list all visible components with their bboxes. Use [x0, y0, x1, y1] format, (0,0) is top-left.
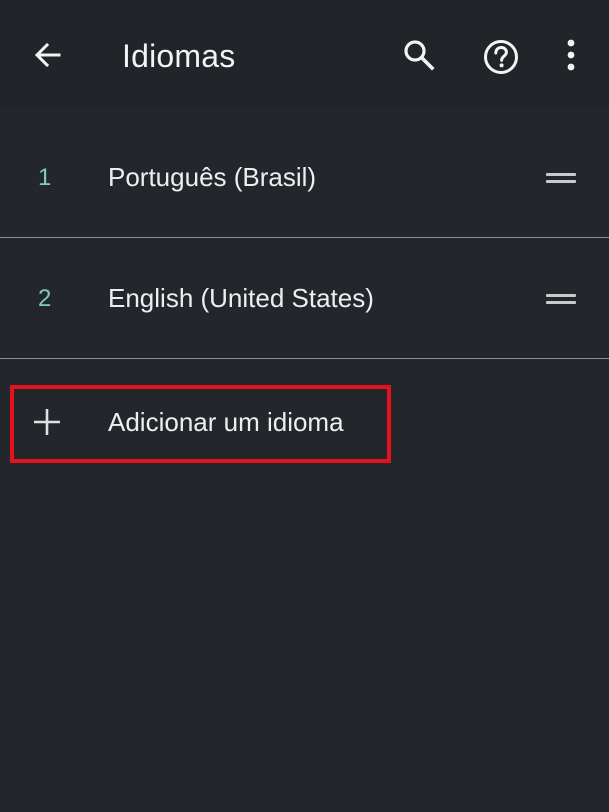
back-button[interactable] — [20, 27, 76, 83]
language-row[interactable]: 2 English (United States) — [0, 239, 609, 359]
search-button[interactable] — [391, 27, 447, 83]
more-options-button[interactable] — [543, 27, 599, 83]
language-row[interactable]: 1 Português (Brasil) — [0, 118, 609, 238]
drag-handle-icon[interactable] — [546, 289, 576, 309]
help-circle-icon — [484, 40, 518, 74]
help-button[interactable] — [473, 29, 529, 85]
add-language-button[interactable]: Adicionar um idioma — [0, 365, 609, 477]
language-number: 1 — [38, 164, 52, 191]
drag-handle-icon[interactable] — [546, 168, 576, 188]
language-label: English (United States) — [108, 283, 374, 313]
app-bar: Idiomas — [0, 0, 609, 108]
plus-icon — [34, 409, 60, 435]
divider — [0, 358, 609, 359]
divider — [0, 237, 609, 238]
arrow-back-icon — [34, 42, 61, 68]
page-title: Idiomas — [122, 38, 236, 74]
search-icon — [404, 40, 435, 71]
language-number: 2 — [38, 285, 52, 312]
add-language-label: Adicionar um idioma — [108, 407, 344, 437]
more-vert-icon — [567, 39, 575, 71]
language-label: Português (Brasil) — [108, 162, 317, 192]
